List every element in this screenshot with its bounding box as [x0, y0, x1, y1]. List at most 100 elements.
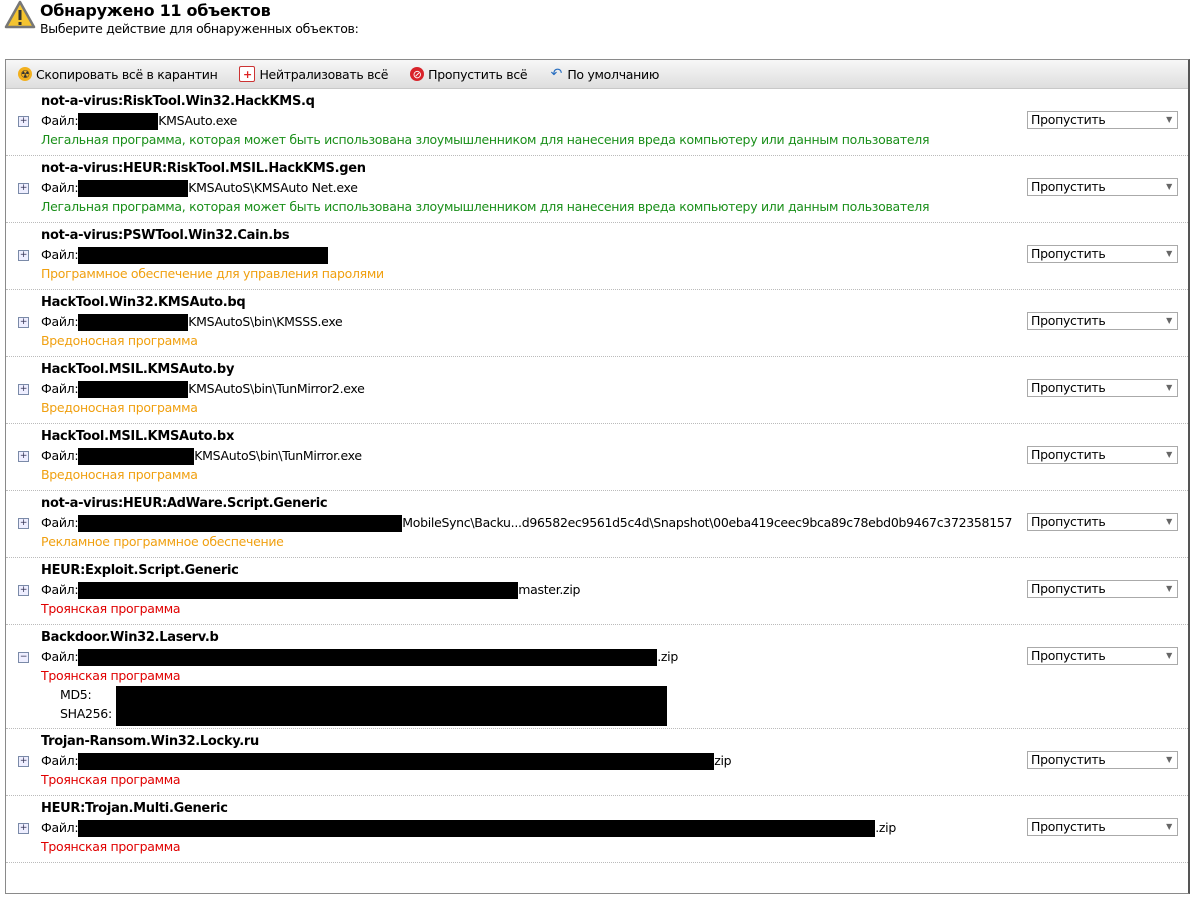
chevron-down-icon: ▼: [1166, 115, 1172, 124]
file-label: Файл:: [41, 649, 79, 664]
file-path: Файл: KMSAutoS\KMSAuto Net.exe: [41, 180, 358, 197]
redacted-path: [78, 314, 189, 331]
action-value: Пропустить: [1031, 447, 1106, 462]
redacted-path: [78, 582, 519, 599]
threat-description: Троянская программа: [41, 668, 181, 683]
neutralize-all-button[interactable]: + Нейтрализовать всё: [239, 66, 388, 82]
chevron-down-icon: ▼: [1166, 584, 1172, 593]
threat-name: Backdoor.Win32.Laserv.b: [41, 630, 219, 645]
threat-description: Легальная программа, которая может быть …: [41, 199, 930, 214]
action-dropdown[interactable]: Пропустить ▼: [1027, 751, 1178, 769]
skip-all-button[interactable]: ⊘ Пропустить всё: [410, 67, 528, 82]
file-path: Файл: master.zip: [41, 582, 580, 599]
collapse-toggle[interactable]: −: [18, 652, 29, 663]
action-dropdown[interactable]: Пропустить ▼: [1027, 312, 1178, 330]
file-path: Файл: KMSAuto.exe: [41, 113, 237, 130]
threat-name: not-a-virus:RiskTool.Win32.HackKMS.q: [41, 94, 315, 109]
file-name: MobileSync\Backu...d96582ec9561d5c4d\Sna…: [402, 515, 1013, 530]
expand-toggle[interactable]: +: [18, 250, 29, 261]
quarantine-all-button[interactable]: ☢ Скопировать всё в карантин: [18, 66, 218, 82]
expand-toggle[interactable]: +: [18, 384, 29, 395]
expand-toggle[interactable]: +: [18, 823, 29, 834]
action-dropdown[interactable]: Пропустить ▼: [1027, 178, 1178, 196]
action-value: Пропустить: [1031, 648, 1106, 663]
action-dropdown[interactable]: Пропустить ▼: [1027, 111, 1178, 129]
undo-icon: ↶: [550, 66, 563, 82]
file-label: Файл:: [41, 314, 79, 329]
chevron-down-icon: ▼: [1166, 822, 1172, 831]
file-label: Файл:: [41, 247, 79, 262]
redacted-hashes: [116, 686, 667, 726]
detected-object-row: + not-a-virus:HEUR:AdWare.Script.Generic…: [6, 491, 1188, 558]
redacted-path: [78, 180, 189, 197]
expand-toggle[interactable]: +: [18, 116, 29, 127]
threat-name: Trojan-Ransom.Win32.Locky.ru: [41, 734, 259, 749]
action-dropdown[interactable]: Пропустить ▼: [1027, 647, 1178, 665]
radiation-icon: ☢: [18, 67, 32, 81]
file-name: KMSAutoS\bin\TunMirror2.exe: [188, 381, 365, 396]
default-button[interactable]: ↶ По умолчанию: [549, 66, 660, 82]
threat-description: Вредоносная программа: [41, 400, 198, 415]
expand-toggle[interactable]: +: [18, 585, 29, 596]
medical-cross-icon: +: [239, 66, 256, 82]
action-dropdown[interactable]: Пропустить ▼: [1027, 245, 1178, 263]
expand-toggle[interactable]: +: [18, 518, 29, 529]
file-path: Файл: .zip: [41, 649, 678, 666]
prohibited-icon: ⊘: [410, 67, 425, 81]
action-value: Пропустить: [1031, 581, 1106, 596]
redacted-path: [78, 448, 195, 465]
file-name: master.zip: [518, 582, 581, 597]
detected-object-row: + not-a-virus:RiskTool.Win32.HackKMS.q Ф…: [6, 89, 1188, 156]
action-value: Пропустить: [1031, 313, 1106, 328]
expand-toggle[interactable]: +: [18, 451, 29, 462]
file-name: .zip: [657, 649, 678, 664]
threat-description: Вредоносная программа: [41, 333, 198, 348]
chevron-down-icon: ▼: [1166, 182, 1172, 191]
detected-object-row: + HackTool.MSIL.KMSAuto.bx Файл: KMSAutoS…: [6, 424, 1188, 491]
file-label: Файл:: [41, 180, 79, 195]
action-value: Пропустить: [1031, 819, 1106, 834]
warning-icon: [4, 0, 36, 29]
detected-object-row: + HackTool.Win32.KMSAuto.bq Файл: KMSAuto…: [6, 290, 1188, 357]
action-value: Пропустить: [1031, 179, 1106, 194]
action-value: Пропустить: [1031, 752, 1106, 767]
file-name: KMSAuto.exe: [158, 113, 238, 128]
detected-object-row: + Trojan-Ransom.Win32.Locky.ru Файл: zip …: [6, 729, 1188, 796]
threat-name: HackTool.MSIL.KMSAuto.bx: [41, 429, 235, 444]
file-path: Файл:: [41, 247, 329, 264]
file-label: Файл:: [41, 113, 79, 128]
file-name: KMSAutoS\bin\KMSSS.exe: [188, 314, 343, 329]
file-label: Файл:: [41, 515, 79, 530]
file-name: KMSAutoS\KMSAuto Net.exe: [188, 180, 358, 195]
file-path: Файл: KMSAutoS\bin\TunMirror2.exe: [41, 381, 365, 398]
threat-name: HackTool.MSIL.KMSAuto.by: [41, 362, 235, 377]
redacted-path: [78, 113, 159, 130]
threat-name: HEUR:Trojan.Multi.Generic: [41, 801, 228, 816]
action-dropdown[interactable]: Пропустить ▼: [1027, 513, 1178, 531]
file-path: Файл: .zip: [41, 820, 896, 837]
file-label: Файл:: [41, 820, 79, 835]
expand-toggle[interactable]: +: [18, 183, 29, 194]
chevron-down-icon: ▼: [1166, 316, 1172, 325]
redacted-path: [78, 753, 715, 770]
action-dropdown[interactable]: Пропустить ▼: [1027, 446, 1178, 464]
sha256-label: SHA256:: [60, 706, 112, 721]
threat-name: HEUR:Exploit.Script.Generic: [41, 563, 239, 578]
threat-name: not-a-virus:HEUR:AdWare.Script.Generic: [41, 496, 328, 511]
file-label: Файл:: [41, 582, 79, 597]
quarantine-all-label: Скопировать всё в карантин: [36, 66, 218, 82]
threat-description: Троянская программа: [41, 839, 181, 854]
threat-description: Рекламное программное обеспечение: [41, 534, 284, 549]
action-dropdown[interactable]: Пропустить ▼: [1027, 379, 1178, 397]
chevron-down-icon: ▼: [1166, 249, 1172, 258]
action-dropdown[interactable]: Пропустить ▼: [1027, 580, 1178, 598]
action-dropdown[interactable]: Пропустить ▼: [1027, 818, 1178, 836]
file-path: Файл: KMSAutoS\bin\KMSSS.exe: [41, 314, 343, 331]
file-path: Файл: zip: [41, 753, 732, 770]
expand-toggle[interactable]: +: [18, 756, 29, 767]
default-label: По умолчанию: [567, 66, 660, 82]
threat-description: Легальная программа, которая может быть …: [41, 132, 930, 147]
redacted-path: [78, 515, 403, 532]
expand-toggle[interactable]: +: [18, 317, 29, 328]
detected-object-row: + HEUR:Exploit.Script.Generic Файл: maste…: [6, 558, 1188, 625]
